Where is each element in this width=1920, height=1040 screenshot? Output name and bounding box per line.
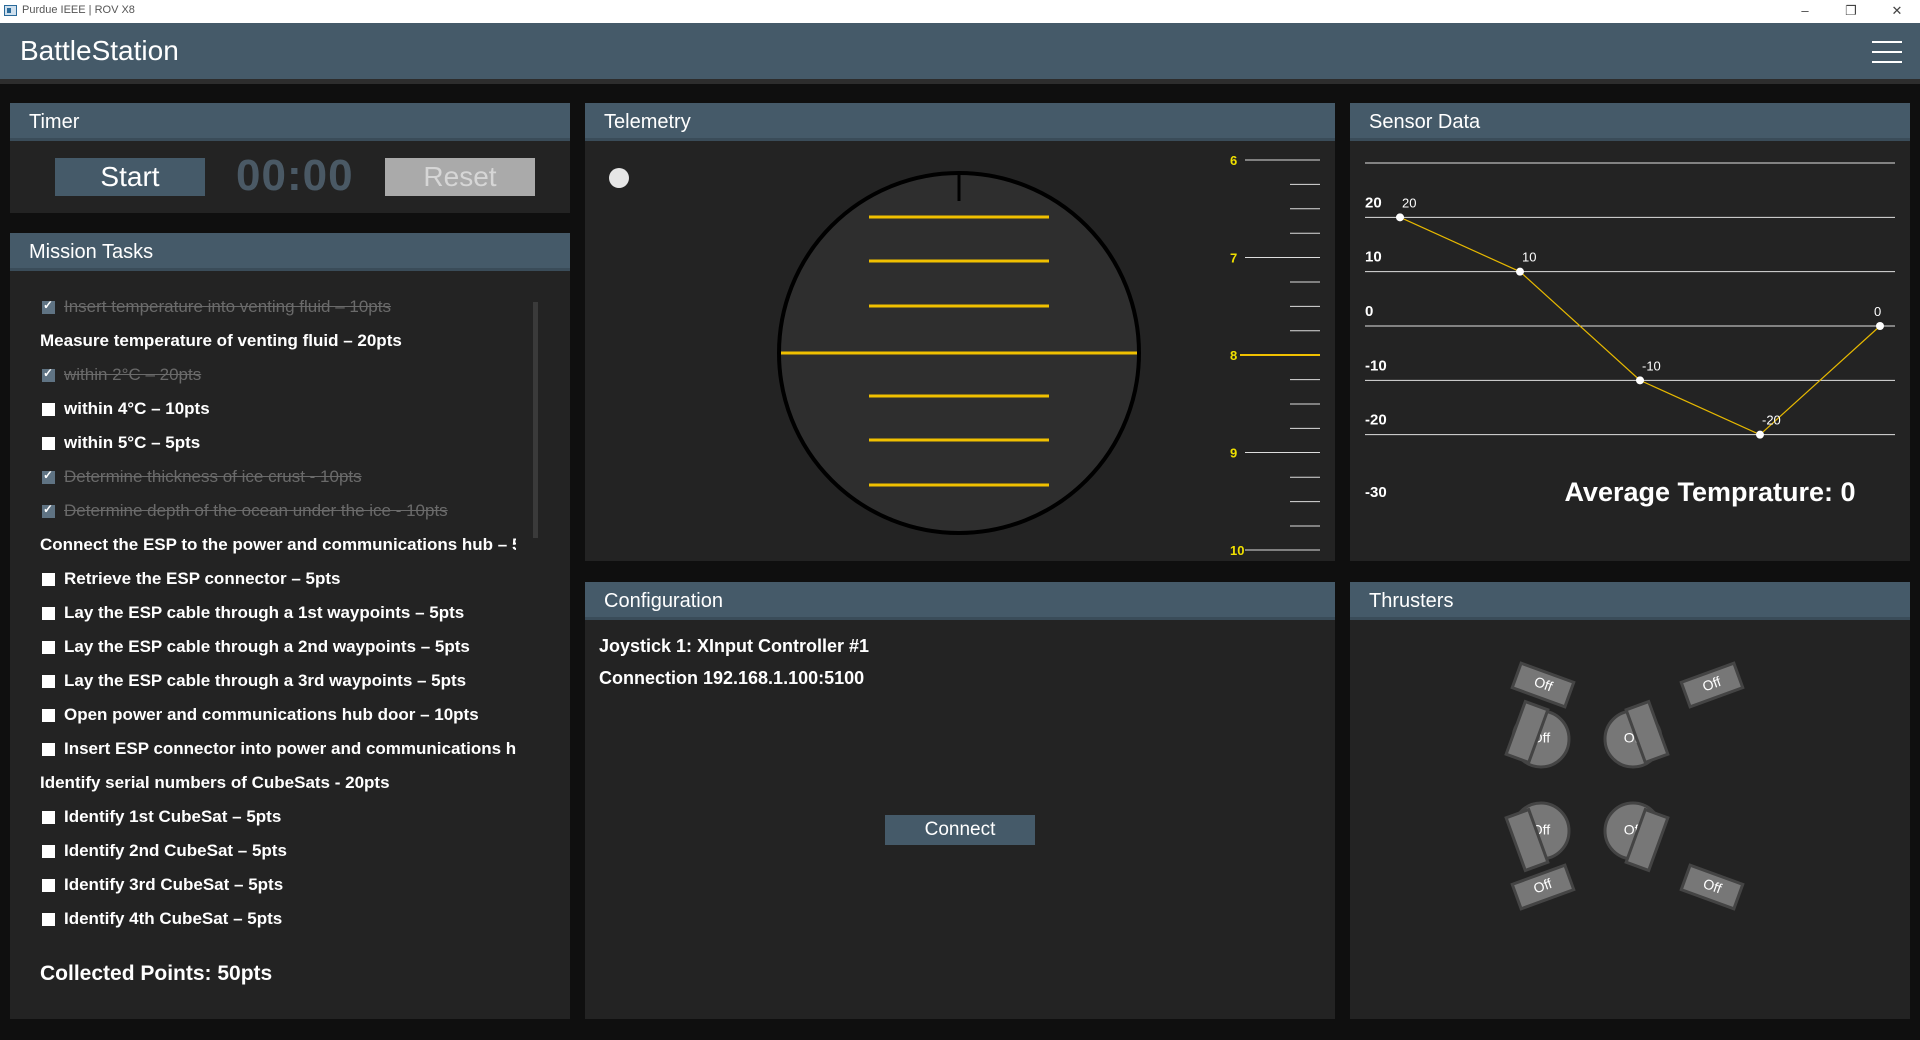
- restore-button[interactable]: ❐: [1828, 0, 1874, 23]
- window-titlebar: Purdue IEEE | ROV X8 – ❐ ✕: [0, 0, 1920, 23]
- y-tick-label: 20: [1365, 194, 1382, 211]
- depth-gauge: 6 7 8 9 10: [1230, 153, 1320, 558]
- task-list-scrollbar[interactable]: [533, 302, 538, 538]
- task-label: Lay the ESP cable through a 2nd waypoint…: [64, 637, 470, 656]
- depth-label: 6: [1230, 153, 1237, 168]
- depth-label: 7: [1230, 251, 1237, 266]
- task-list: Insert temperature into venting fluid – …: [30, 297, 516, 937]
- task-label: within 4°C – 10pts: [64, 399, 210, 418]
- temperature-point: [1876, 322, 1884, 330]
- window-title: Purdue IEEE | ROV X8: [22, 4, 135, 16]
- task-label: Measure temperature of venting fluid – 2…: [40, 331, 402, 350]
- collected-points: Collected Points: 50pts: [40, 962, 273, 985]
- thrusters-panel: Thrusters Off Off Off Off Off Off Off Off: [1350, 582, 1910, 1019]
- task-label: Identify 4th CubeSat – 5pts: [64, 909, 283, 928]
- temperature-point: [1636, 376, 1644, 385]
- temperature-point: [1756, 430, 1764, 439]
- point-value-label: 0: [1874, 304, 1881, 319]
- start-button[interactable]: Start: [55, 158, 205, 196]
- depth-label: 8: [1230, 348, 1237, 363]
- point-value-label: 20: [1402, 195, 1416, 210]
- telemetry-panel: Telemetry 6 7 8 9 10: [585, 103, 1335, 561]
- app-brand: BattleStation: [20, 35, 179, 66]
- task-checkbox[interactable]: [42, 437, 55, 450]
- task-checkbox[interactable]: [42, 468, 55, 484]
- task-checkbox[interactable]: [42, 607, 55, 620]
- temperature-point: [1396, 213, 1404, 222]
- task-checkbox[interactable]: [42, 573, 55, 586]
- task-checkbox[interactable]: [42, 845, 55, 858]
- header-divider: [0, 79, 1920, 84]
- task-label: Retrieve the ESP connector – 5pts: [64, 569, 341, 588]
- task-checkbox[interactable]: [42, 403, 55, 416]
- task-label: Determine thickness of ice crust - 10pts: [64, 467, 362, 486]
- reset-button[interactable]: Reset: [385, 158, 535, 196]
- task-label: Identify 1st CubeSat – 5pts: [64, 807, 282, 826]
- task-label: within 5°C – 5pts: [64, 433, 201, 452]
- task-label: Identify serial numbers of CubeSats - 20…: [40, 773, 390, 792]
- task-label: Identify 2nd CubeSat – 5pts: [64, 841, 287, 860]
- task-checkbox[interactable]: [42, 879, 55, 892]
- joystick-status: Joystick 1: XInput Controller #1: [599, 636, 870, 656]
- average-temperature: Average Temprature: 0: [1564, 477, 1856, 507]
- task-label: Open power and communications hub door –…: [64, 705, 479, 724]
- task-checkbox[interactable]: [42, 675, 55, 688]
- app-icon: [4, 5, 17, 16]
- task-label: Lay the ESP cable through a 1st waypoint…: [64, 603, 465, 622]
- mission-tasks-header: Mission Tasks: [10, 233, 570, 271]
- y-tick-label: -10: [1365, 357, 1387, 374]
- y-tick-label: 0: [1365, 303, 1373, 320]
- configuration-panel: Configuration Joystick 1: XInput Control…: [585, 582, 1335, 1019]
- mission-tasks-title: Mission Tasks: [29, 241, 154, 263]
- point-value-label: -20: [1762, 413, 1781, 428]
- temperature-point: [1516, 267, 1524, 276]
- sensor-data-panel: Sensor Data 20 10 0 -10 -20 -30 20 10 -10 -20 0 Av…: [1350, 103, 1910, 561]
- point-value-label: 10: [1522, 250, 1536, 265]
- task-checkbox[interactable]: [42, 641, 55, 654]
- timer-display: 00:00: [236, 151, 354, 200]
- depth-label: 10: [1230, 543, 1244, 558]
- task-checkbox[interactable]: [42, 502, 55, 518]
- depth-label: 9: [1230, 446, 1237, 461]
- task-label: within 2°C – 20pts: [64, 365, 202, 384]
- task-label: Identify 3rd CubeSat – 5pts: [64, 875, 284, 894]
- task-checkbox[interactable]: [42, 811, 55, 824]
- task-label: Connect the ESP to the power and communi…: [40, 535, 516, 554]
- point-value-label: -10: [1642, 358, 1661, 373]
- y-tick-label: 10: [1365, 249, 1382, 266]
- timer-panel: Timer Start 00:00 Reset: [10, 103, 570, 213]
- task-checkbox[interactable]: [42, 743, 55, 756]
- configuration-header: Configuration: [585, 582, 1335, 620]
- y-tick-label: -20: [1365, 412, 1387, 429]
- task-checkbox[interactable]: [42, 913, 55, 926]
- timer-panel-header: Timer: [10, 103, 570, 141]
- connect-button[interactable]: Connect: [885, 815, 1035, 845]
- thruster-diagram: Off OffOff OffOff OffOff Off: [1504, 661, 1745, 911]
- task-label: Insert ESP connector into power and comm…: [64, 739, 516, 758]
- minimize-button[interactable]: –: [1782, 0, 1828, 23]
- task-label: Insert temperature into venting fluid – …: [64, 297, 391, 316]
- app-header: BattleStation: [0, 23, 1920, 79]
- task-checkbox[interactable]: [42, 366, 55, 382]
- task-label: Determine depth of the ocean under the i…: [64, 501, 448, 520]
- hamburger-menu-icon[interactable]: [1872, 41, 1902, 63]
- timer-title: Timer: [29, 111, 80, 133]
- attitude-indicator: 6 7 8 9 10: [777, 153, 1320, 558]
- task-label: Lay the ESP cable through a 3rd waypoint…: [64, 671, 467, 690]
- configuration-title: Configuration: [604, 590, 723, 612]
- task-checkbox[interactable]: [42, 709, 55, 722]
- close-button[interactable]: ✕: [1874, 0, 1920, 23]
- task-checkbox[interactable]: [42, 298, 55, 314]
- connection-address: Connection 192.168.1.100:5100: [599, 668, 865, 688]
